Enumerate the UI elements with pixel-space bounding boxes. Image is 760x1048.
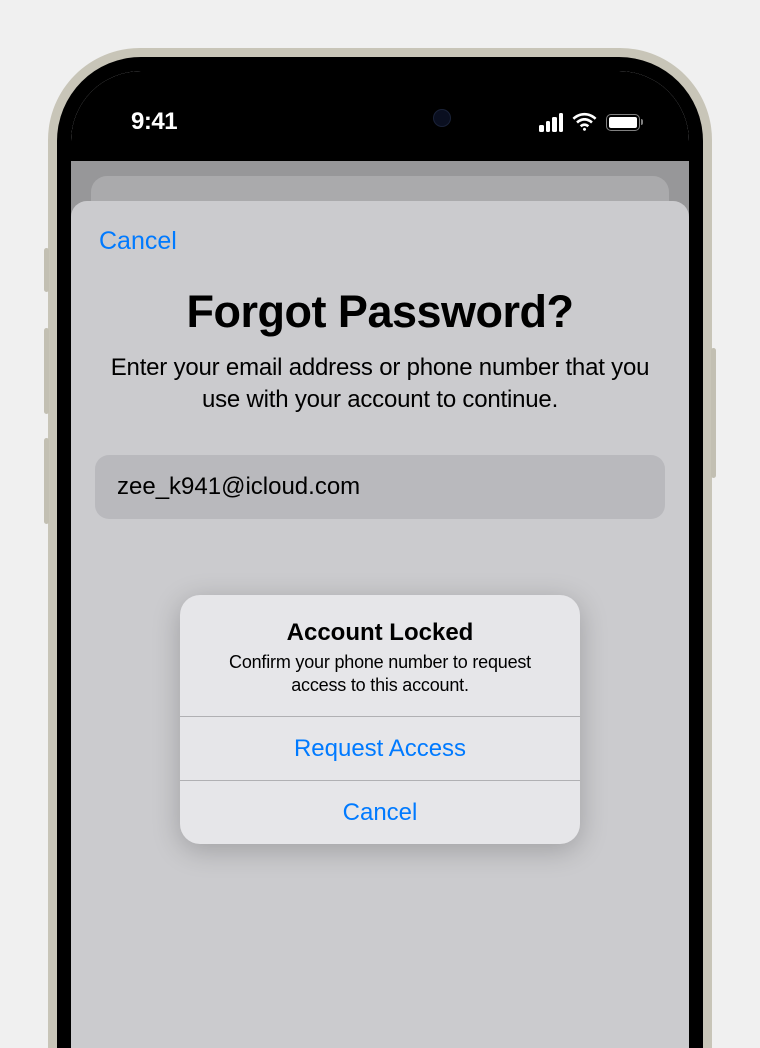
dynamic-island bbox=[293, 93, 467, 143]
battery-icon bbox=[606, 114, 643, 131]
alert-cancel-button[interactable]: Cancel bbox=[180, 780, 580, 844]
page-subtitle: Enter your email address or phone number… bbox=[95, 352, 665, 417]
side-button-silent bbox=[44, 248, 49, 292]
screen: 9:41 bbox=[71, 71, 689, 1048]
wifi-icon bbox=[572, 112, 597, 132]
front-camera bbox=[433, 109, 451, 127]
email-field[interactable]: zee_k941@icloud.com bbox=[95, 455, 665, 519]
side-button-volume-down bbox=[44, 438, 49, 524]
request-access-button[interactable]: Request Access bbox=[180, 716, 580, 780]
phone-bezel: 9:41 bbox=[57, 57, 703, 1048]
cellular-signal-icon bbox=[539, 113, 563, 132]
alert-message: Confirm your phone number to request acc… bbox=[202, 651, 558, 696]
status-bar: 9:41 bbox=[71, 71, 689, 161]
phone-frame: 9:41 bbox=[48, 48, 712, 1048]
cancel-button[interactable]: Cancel bbox=[99, 227, 665, 256]
account-locked-alert: Account Locked Confirm your phone number… bbox=[180, 595, 580, 844]
status-time: 9:41 bbox=[131, 108, 177, 136]
side-button-power bbox=[711, 348, 716, 478]
alert-title: Account Locked bbox=[202, 619, 558, 647]
status-icons bbox=[539, 112, 643, 132]
page-title: Forgot Password? bbox=[95, 286, 665, 338]
side-button-volume-up bbox=[44, 328, 49, 414]
alert-content: Account Locked Confirm your phone number… bbox=[180, 595, 580, 716]
email-field-value: zee_k941@icloud.com bbox=[117, 473, 360, 501]
